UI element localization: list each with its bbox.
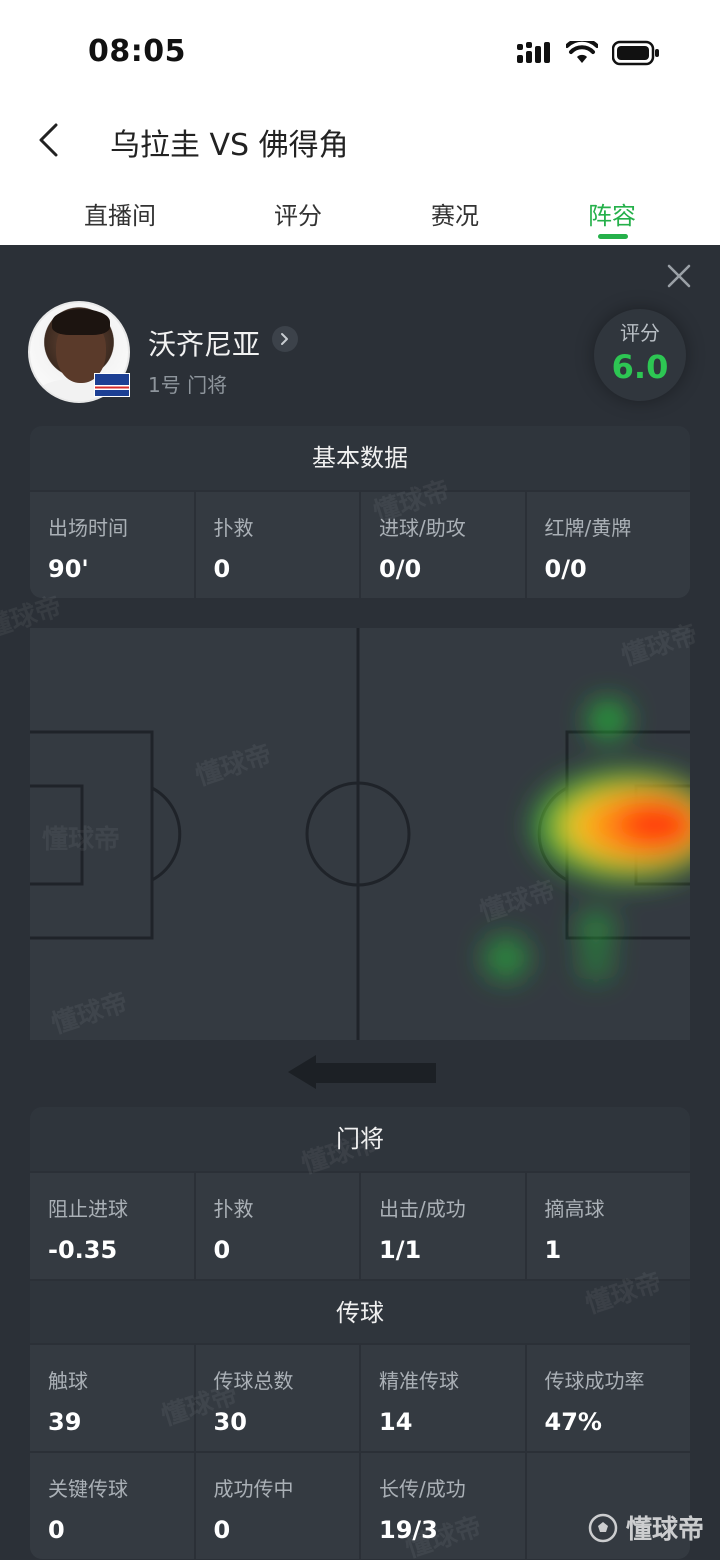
basic-stats-card: 基本数据 出场时间 90' 扑救 0 进球/助攻 0/0 红牌/黄牌 0/0 [30, 426, 690, 598]
tab-lineup[interactable]: 阵容 [532, 196, 692, 231]
stat-pass-accuracy: 传球成功率 47% [524, 1345, 690, 1451]
stat-gk-saves: 扑救 0 [193, 1173, 359, 1279]
cape-verde-flag-icon [94, 373, 130, 397]
tab-bar: 直播间 评分 赛况 阵容 [0, 180, 720, 244]
tab-ratings[interactable]: 评分 [218, 196, 378, 231]
stat-key-passes: 关键传球 0 [30, 1453, 194, 1559]
status-icons [516, 40, 660, 66]
close-icon [667, 264, 691, 288]
back-button[interactable] [28, 118, 68, 162]
stat-goals-prevented: 阻止进球 -0.35 [30, 1173, 194, 1279]
tab-live-room[interactable]: 直播间 [40, 196, 200, 231]
basic-stats-title: 基本数据 [30, 426, 690, 490]
stat-minutes-played: 出场时间 90' [30, 492, 194, 598]
stat-sweeper-actions: 出击/成功 1/1 [359, 1173, 525, 1279]
signal-icon [517, 42, 550, 63]
player-detail-panel: 沃齐尼亚 1号 门将 评分 6.0 基本数据 出场时间 90' 扑救 0 进球/… [0, 245, 720, 1560]
basic-stats-row: 出场时间 90' 扑救 0 进球/助攻 0/0 红牌/黄牌 0/0 [30, 490, 690, 598]
player-name[interactable]: 沃齐尼亚 [148, 323, 260, 363]
close-button[interactable] [664, 261, 694, 291]
tab-match-events[interactable]: 赛况 [375, 196, 535, 231]
player-profile-link[interactable] [272, 326, 298, 352]
match-title: 乌拉圭 VS 佛得角 [110, 128, 349, 163]
chevron-left-icon [39, 123, 58, 157]
status-bar: 08:05 [0, 0, 720, 100]
attack-direction-arrow-icon [288, 1055, 436, 1089]
stat-accurate-passes: 精准传球 14 [359, 1345, 525, 1451]
stat-successful-crosses: 成功传中 0 [193, 1453, 359, 1559]
brand-name: 懂球帝 [625, 1515, 704, 1545]
chevron-right-icon [281, 333, 288, 345]
heatmap-pitch [30, 628, 690, 1040]
rating-value: 6.0 [611, 348, 669, 386]
status-time: 08:05 [88, 34, 186, 69]
pitch-lines [30, 628, 690, 1040]
watermark: 懂球帝 [42, 825, 121, 855]
brand-logo: 懂球帝 [588, 1509, 704, 1546]
rating-label: 评分 [620, 321, 660, 345]
stat-high-claims: 摘高球 1 [524, 1173, 690, 1279]
battery-icon [612, 40, 659, 66]
goalkeeper-stats-row: 阻止进球 -0.35 扑救 0 出击/成功 1/1 摘高球 1 [30, 1171, 690, 1279]
detailed-stats-card: 门将 阻止进球 -0.35 扑救 0 出击/成功 1/1 摘高球 1 传球 触球 [30, 1107, 690, 1559]
player-rating: 评分 6.0 [594, 309, 686, 401]
nav-bar: 乌拉圭 VS 佛得角 [0, 100, 720, 180]
passing-stats-row-1: 触球 39 传球总数 30 精准传球 14 传球成功率 47% [30, 1343, 690, 1451]
stat-red-yellow-cards: 红牌/黄牌 0/0 [524, 492, 690, 598]
stat-saves: 扑救 0 [193, 492, 359, 598]
wifi-icon [566, 41, 598, 63]
soccer-ball-icon [588, 1513, 618, 1542]
player-position: 1号 门将 [148, 373, 228, 397]
active-tab-indicator [598, 234, 628, 239]
